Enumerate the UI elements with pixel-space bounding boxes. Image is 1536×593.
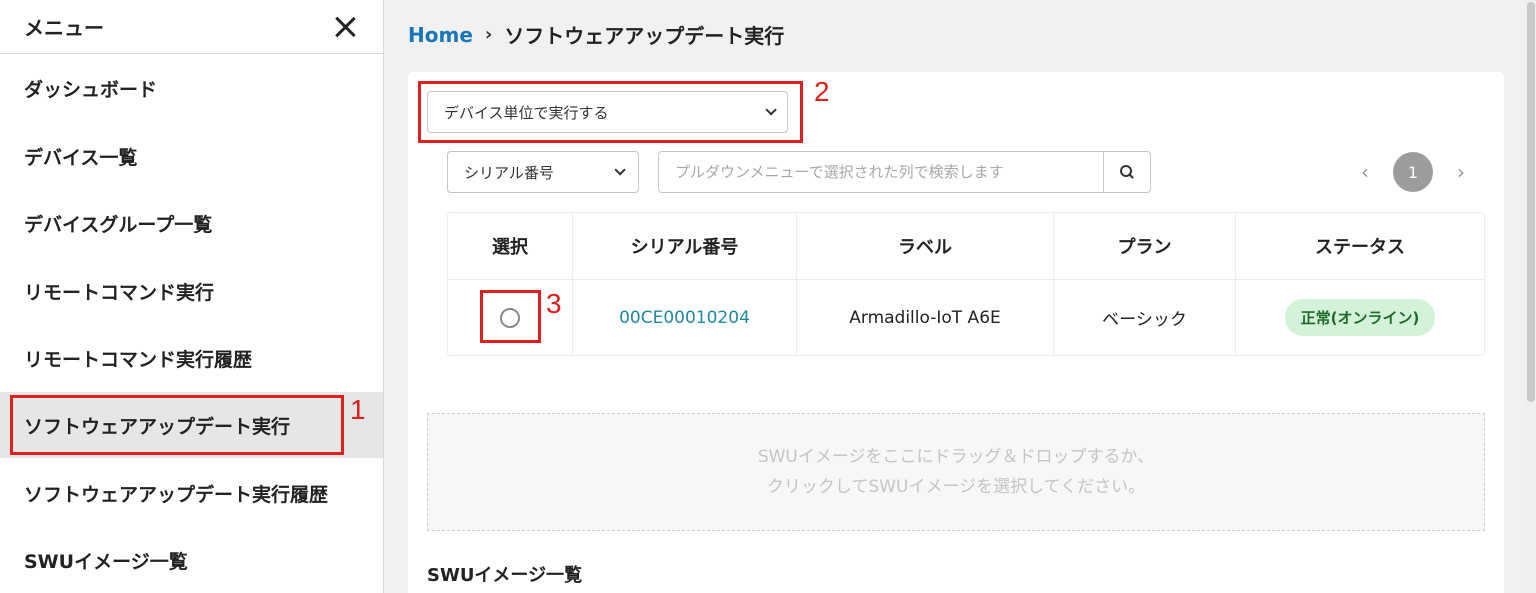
pagination-next-button[interactable]: › bbox=[1451, 160, 1471, 184]
sidebar-item-device-group-list[interactable]: デバイスグループ一覧 bbox=[0, 190, 383, 256]
search-button[interactable] bbox=[1103, 151, 1151, 193]
chevron-down-icon bbox=[614, 164, 626, 176]
serial-cell: 00CE00010204 bbox=[573, 280, 797, 355]
header-label[interactable]: ラベル bbox=[797, 213, 1054, 279]
label-cell: Armadillo-IoT A6E bbox=[797, 280, 1054, 355]
sidebar-item-remote-command[interactable]: リモートコマンド実行 bbox=[0, 258, 383, 324]
sidebar-item-swu-image-list[interactable]: SWUイメージ一覧 bbox=[0, 527, 383, 593]
device-table: 選択 シリアル番号 ラベル プラン ステータス 00CE00010204 Arm… bbox=[447, 212, 1485, 356]
search-icon bbox=[1120, 165, 1134, 179]
annotation-number-2: 2 bbox=[814, 76, 830, 107]
close-icon[interactable] bbox=[333, 15, 357, 39]
table-header-row: 選択 シリアル番号 ラベル プラン ステータス bbox=[448, 213, 1484, 280]
plan-cell: ベーシック bbox=[1054, 280, 1236, 355]
sidebar-item-remote-command-history[interactable]: リモートコマンド実行履歴 bbox=[0, 325, 383, 391]
breadcrumb-home-link[interactable]: Home bbox=[408, 23, 473, 47]
annotation-box-2 bbox=[418, 81, 803, 143]
pagination-prev-button[interactable]: ‹ bbox=[1355, 160, 1375, 184]
dropzone-text-line2: クリックしてSWUイメージを選択してください。 bbox=[766, 477, 1146, 497]
sidebar-header: メニュー bbox=[0, 0, 383, 54]
status-cell: 正常(オンライン) bbox=[1236, 280, 1484, 355]
annotation-number-1: 1 bbox=[350, 394, 366, 425]
table-row: 00CE00010204 Armadillo-IoT A6E ベーシック 正常(… bbox=[448, 280, 1484, 355]
sidebar-item-device-list[interactable]: デバイス一覧 bbox=[0, 123, 383, 189]
header-status[interactable]: ステータス bbox=[1236, 213, 1484, 279]
page-title: ソフトウェアアップデート実行 bbox=[504, 24, 785, 48]
serial-link[interactable]: 00CE00010204 bbox=[619, 308, 750, 328]
swu-image-list-title: SWUイメージ一覧 bbox=[427, 565, 583, 586]
dropzone-text-line1: SWUイメージをここにドラッグ＆ドロップするか、 bbox=[757, 447, 1155, 467]
scrollbar-thumb[interactable] bbox=[1527, 2, 1535, 402]
swu-dropzone[interactable]: SWUイメージをここにドラッグ＆ドロップするか、 クリックしてSWUイメージを選… bbox=[427, 413, 1485, 531]
breadcrumb: Home › ソフトウェアアップデート実行 bbox=[408, 20, 784, 49]
annotation-box-3 bbox=[480, 290, 541, 343]
header-select: 選択 bbox=[448, 213, 573, 279]
header-plan[interactable]: プラン bbox=[1054, 213, 1236, 279]
header-serial[interactable]: シリアル番号 bbox=[573, 213, 797, 279]
sidebar-item-software-update-history[interactable]: ソフトウェアアップデート実行履歴 bbox=[0, 460, 383, 526]
search-input[interactable] bbox=[658, 151, 1104, 193]
pagination-page-1[interactable]: 1 bbox=[1393, 152, 1433, 192]
search-column-value: シリアル番号 bbox=[464, 163, 554, 182]
search-column-select[interactable]: シリアル番号 bbox=[447, 151, 639, 193]
annotation-box-1 bbox=[10, 395, 344, 455]
scrollbar[interactable] bbox=[1526, 0, 1536, 593]
status-badge: 正常(オンライン) bbox=[1284, 299, 1436, 336]
sidebar-item-dashboard[interactable]: ダッシュボード bbox=[0, 55, 383, 121]
sidebar-title: メニュー bbox=[24, 16, 104, 40]
breadcrumb-separator-icon: › bbox=[484, 24, 493, 45]
annotation-number-3: 3 bbox=[546, 288, 562, 319]
sidebar: メニュー ダッシュボード デバイス一覧 デバイスグループ一覧 リモートコマンド実… bbox=[0, 0, 384, 593]
